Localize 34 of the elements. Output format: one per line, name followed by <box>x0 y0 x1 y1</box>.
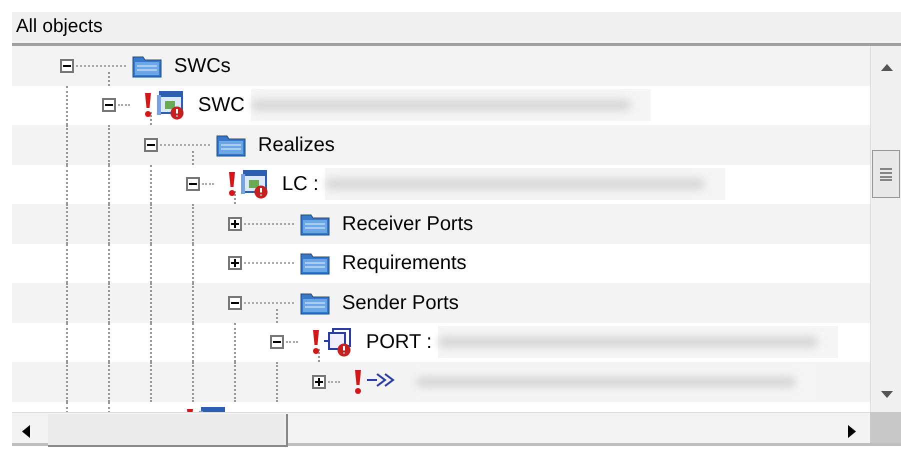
scrollbar-thumb[interactable] <box>872 150 900 198</box>
folder-icon <box>300 251 330 276</box>
expand-toggle[interactable] <box>312 374 326 389</box>
column-header[interactable]: All objects <box>12 12 901 46</box>
tree-item-label[interactable]: Realizes <box>258 130 335 160</box>
scrollbar-thumb[interactable] <box>48 414 288 447</box>
folder-icon <box>216 132 246 157</box>
tree-item-label[interactable]: Sender Ports <box>342 288 459 318</box>
collapse-toggle[interactable] <box>228 296 242 310</box>
tree-item-label[interactable]: PORT : <box>366 327 432 358</box>
collapse-toggle[interactable] <box>186 177 200 192</box>
scroll-up-icon[interactable] <box>881 64 893 71</box>
collapse-toggle[interactable] <box>270 335 284 350</box>
expand-toggle[interactable] <box>228 256 242 270</box>
scroll-down-icon[interactable] <box>881 391 893 398</box>
port-error-icon <box>324 327 354 358</box>
folder-icon <box>132 54 162 78</box>
tree-item-label[interactable]: SWCs <box>174 50 231 81</box>
tree-item-label[interactable]: Receiver Ports <box>342 208 474 239</box>
folder-icon <box>300 290 330 315</box>
collapse-toggle[interactable] <box>60 58 74 73</box>
scroll-left-icon[interactable] <box>22 425 30 438</box>
expand-toggle[interactable] <box>228 216 242 231</box>
folder-icon <box>300 212 330 236</box>
collapse-toggle[interactable] <box>144 138 158 152</box>
collapse-toggle[interactable] <box>102 98 116 112</box>
tree-item-label[interactable]: SWC <box>198 90 245 120</box>
tree-item-label[interactable]: Requirements <box>342 248 467 278</box>
component-error-icon <box>156 90 186 120</box>
grip-icon <box>880 167 892 181</box>
component-error-icon <box>240 169 270 200</box>
tree-item-label[interactable]: LC : <box>282 169 319 200</box>
scroll-right-icon[interactable] <box>848 425 856 438</box>
vertical-scrollbar[interactable] <box>870 46 901 412</box>
